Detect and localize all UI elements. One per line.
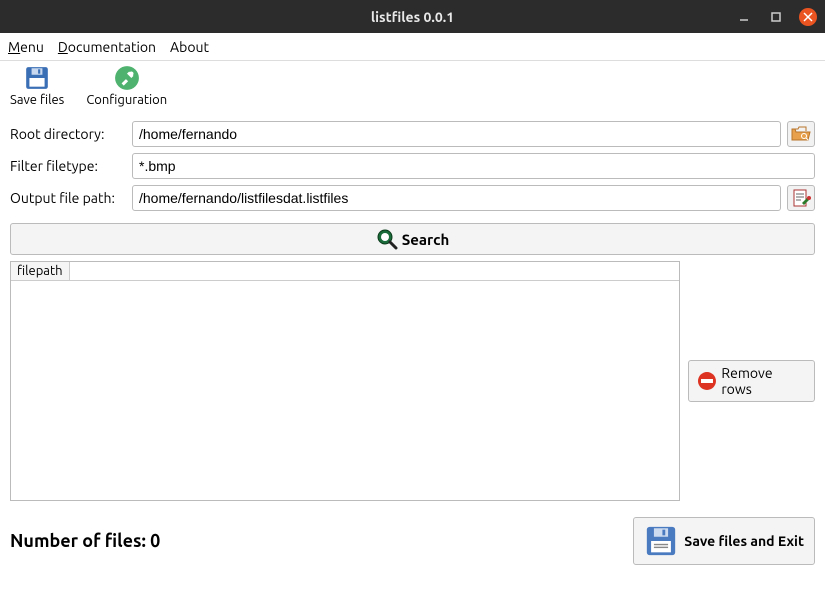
remove-rows-button[interactable]: Remove rows [688, 360, 815, 402]
minimize-button[interactable] [735, 8, 753, 26]
close-icon [803, 12, 813, 22]
search-button[interactable]: Search [10, 223, 815, 255]
floppy-icon [24, 65, 50, 91]
maximize-button[interactable] [767, 8, 785, 26]
configuration-label: Configuration [86, 93, 167, 107]
toolbar: Save files Configuration [0, 61, 825, 113]
minimize-icon [738, 11, 750, 23]
file-count-label: Number of files: 0 [10, 531, 160, 551]
browse-folder-button[interactable] [787, 121, 815, 147]
root-directory-label: Root directory: [10, 126, 126, 142]
remove-rows-label: Remove rows [721, 365, 806, 397]
filter-filetype-row: Filter filetype: [10, 153, 815, 179]
results-row: filepath Remove rows [0, 261, 825, 501]
floppy-large-icon [644, 524, 678, 558]
table-header-row: filepath [11, 262, 679, 281]
results-table[interactable]: filepath [10, 261, 680, 501]
filter-filetype-input[interactable] [132, 153, 815, 179]
table-header-filepath[interactable]: filepath [11, 262, 70, 280]
save-files-exit-button[interactable]: Save files and Exit [633, 517, 815, 565]
form-area: Root directory: Filter filetype: Output … [0, 113, 825, 223]
footer: Number of files: 0 Save files and Exit [0, 501, 825, 565]
menu-menu[interactable]: Menu [8, 39, 44, 55]
save-exit-label: Save files and Exit [684, 533, 804, 549]
filter-filetype-label: Filter filetype: [10, 158, 126, 174]
edit-file-icon [791, 189, 811, 207]
configuration-button[interactable]: Configuration [86, 65, 167, 107]
root-directory-row: Root directory: [10, 121, 815, 147]
menu-documentation[interactable]: Documentation [58, 39, 156, 55]
search-icon [376, 228, 398, 250]
menu-about[interactable]: About [170, 39, 209, 55]
tools-icon [114, 65, 140, 91]
root-directory-input[interactable] [132, 121, 781, 147]
output-path-label: Output file path: [10, 190, 126, 206]
folder-open-icon [791, 125, 811, 143]
window-controls [735, 8, 817, 26]
window-title: listfiles 0.0.1 [371, 9, 454, 25]
edit-output-button[interactable] [787, 185, 815, 211]
save-files-label: Save files [10, 93, 64, 107]
search-label: Search [402, 231, 450, 248]
menubar: Menu Documentation About [0, 33, 825, 61]
remove-icon [697, 371, 717, 391]
titlebar: listfiles 0.0.1 [0, 0, 825, 33]
maximize-icon [770, 11, 782, 23]
output-path-row: Output file path: [10, 185, 815, 211]
output-path-input[interactable] [132, 185, 781, 211]
close-button[interactable] [799, 8, 817, 26]
save-files-button[interactable]: Save files [10, 65, 64, 107]
